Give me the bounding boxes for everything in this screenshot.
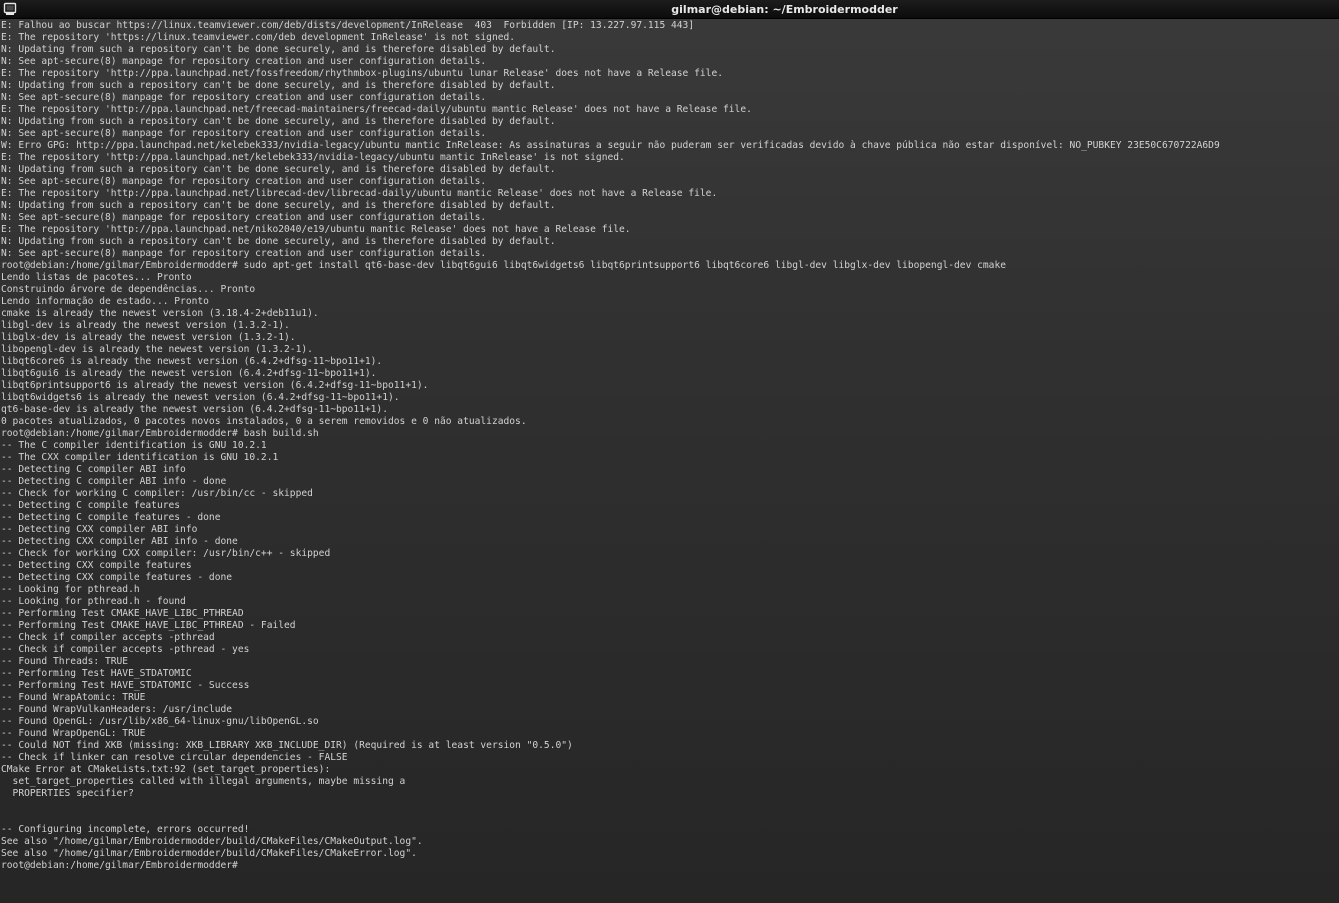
terminal-line: -- Found WrapOpenGL: TRUE [1,728,146,739]
terminal-line: libqt6printsupport6 is already the newes… [1,380,429,391]
terminal-line: -- Performing Test CMAKE_HAVE_LIBC_PTHRE… [1,620,296,631]
terminal-line: -- Performing Test HAVE_STDATOMIC [1,668,192,679]
terminal-line: -- Detecting CXX compile features - done [1,572,233,583]
terminal-line: CMake Error at CMakeLists.txt:92 (set_ta… [1,764,331,775]
terminal-line: Construindo árvore de dependências... Pr… [1,284,256,295]
terminal-output[interactable]: E: Falhou ao buscar https://linux.teamvi… [1,20,1337,900]
terminal-line: -- Check for working C compiler: /usr/bi… [1,488,313,499]
terminal-line: N: Updating from such a repository can't… [1,116,556,127]
terminal-line: -- Detecting C compile features - done [1,512,221,523]
terminal-line: libglx-dev is already the newest version… [1,332,296,343]
terminal-line: -- Could NOT find XKB (missing: XKB_LIBR… [1,740,573,751]
terminal-line: -- Check if compiler accepts -pthread [1,632,215,643]
terminal-line: -- The CXX compiler identification is GN… [1,452,279,463]
terminal-line: -- Check if linker can resolve circular … [1,752,348,763]
terminal-line: -- Looking for pthread.h [1,584,140,595]
terminal-line: N: See apt-secure(8) manpage for reposit… [1,92,487,103]
terminal-line: -- Performing Test CMAKE_HAVE_LIBC_PTHRE… [1,608,244,619]
terminal-line: N: See apt-secure(8) manpage for reposit… [1,128,487,139]
terminal-line: -- Found WrapVulkanHeaders: /usr/include [1,704,233,715]
terminal-line: See also "/home/gilmar/Embroidermodder/b… [1,848,417,859]
terminal-line: -- Found Threads: TRUE [1,656,129,667]
terminal-line: root@debian:/home/gilmar/Embroidermodder… [1,260,1007,271]
terminal-line: N: Updating from such a repository can't… [1,164,556,175]
terminal-line: -- Detecting CXX compile features [1,560,192,571]
terminal-line: E: The repository 'http://ppa.launchpad.… [1,104,752,115]
terminal-line: libqt6gui6 is already the newest version… [1,368,377,379]
terminal-window: gilmar@debian: ~/Embroidermodder E: Falh… [0,0,1339,903]
terminal-line: -- The C compiler identification is GNU … [1,440,267,451]
terminal-line: E: Falhou ao buscar https://linux.teamvi… [1,20,695,31]
terminal-line: -- Performing Test HAVE_STDATOMIC - Succ… [1,680,250,691]
terminal-line: -- Detecting CXX compiler ABI info [1,524,198,535]
terminal-line: E: The repository 'http://ppa.launchpad.… [1,152,625,163]
terminal-line: E: The repository 'http://ppa.launchpad.… [1,188,718,199]
terminal-line: N: See apt-secure(8) manpage for reposit… [1,212,487,223]
terminal-line: N: Updating from such a repository can't… [1,200,556,211]
terminal-line: N: See apt-secure(8) manpage for reposit… [1,56,487,67]
terminal-line: N: Updating from such a repository can't… [1,44,556,55]
terminal-line: root@debian:/home/gilmar/Embroidermodder… [1,428,319,439]
terminal-line: root@debian:/home/gilmar/Embroidermodder… [1,860,244,871]
terminal-line: E: The repository 'https://linux.teamvie… [1,32,516,43]
terminal-line: N: Updating from such a repository can't… [1,236,556,247]
terminal-line: -- Found WrapAtomic: TRUE [1,692,146,703]
terminal-line: N: See apt-secure(8) manpage for reposit… [1,176,487,187]
terminal-line: E: The repository 'http://ppa.launchpad.… [1,224,631,235]
terminal-line: set_target_properties called with illega… [1,776,406,787]
terminal-line: Lendo listas de pacotes... Pronto [1,272,192,283]
terminal-line: -- Detecting C compiler ABI info - done [1,476,227,487]
terminal-line: -- Looking for pthread.h - found [1,596,186,607]
terminal-line: cmake is already the newest version (3.1… [1,308,319,319]
terminal-line: 0 pacotes atualizados, 0 pacotes novos i… [1,416,527,427]
terminal-line: W: Erro GPG: http://ppa.launchpad.net/ke… [1,140,1220,151]
terminal-line: libgl-dev is already the newest version … [1,320,290,331]
terminal-line: -- Check if compiler accepts -pthread - … [1,644,250,655]
terminal-line: E: The repository 'http://ppa.launchpad.… [1,68,723,79]
terminal-line: See also "/home/gilmar/Embroidermodder/b… [1,836,423,847]
terminal-line: -- Detecting C compiler ABI info [1,464,186,475]
terminal-line: N: Updating from such a repository can't… [1,80,556,91]
terminal-line: -- Check for working CXX compiler: /usr/… [1,548,331,559]
terminal-line: PROPERTIES specifier? [1,788,134,799]
terminal-line: libqt6widgets6 is already the newest ver… [1,392,400,403]
terminal-line: Lendo informação de estado... Pronto [1,296,209,307]
terminal-line: -- Detecting CXX compiler ABI info - don… [1,536,238,547]
title-bar[interactable]: gilmar@debian: ~/Embroidermodder [0,0,1339,19]
terminal-line: libopengl-dev is already the newest vers… [1,344,313,355]
window-title: gilmar@debian: ~/Embroidermodder [671,3,898,16]
terminal-line: -- Configuring incomplete, errors occurr… [1,824,250,835]
terminal-line: -- Found OpenGL: /usr/lib/x86_64-linux-g… [1,716,319,727]
terminal-line: N: See apt-secure(8) manpage for reposit… [1,248,487,259]
terminal-line: libqt6core6 is already the newest versio… [1,356,383,367]
terminal-line: qt6-base-dev is already the newest versi… [1,404,388,415]
terminal-line: -- Detecting C compile features [1,500,181,511]
